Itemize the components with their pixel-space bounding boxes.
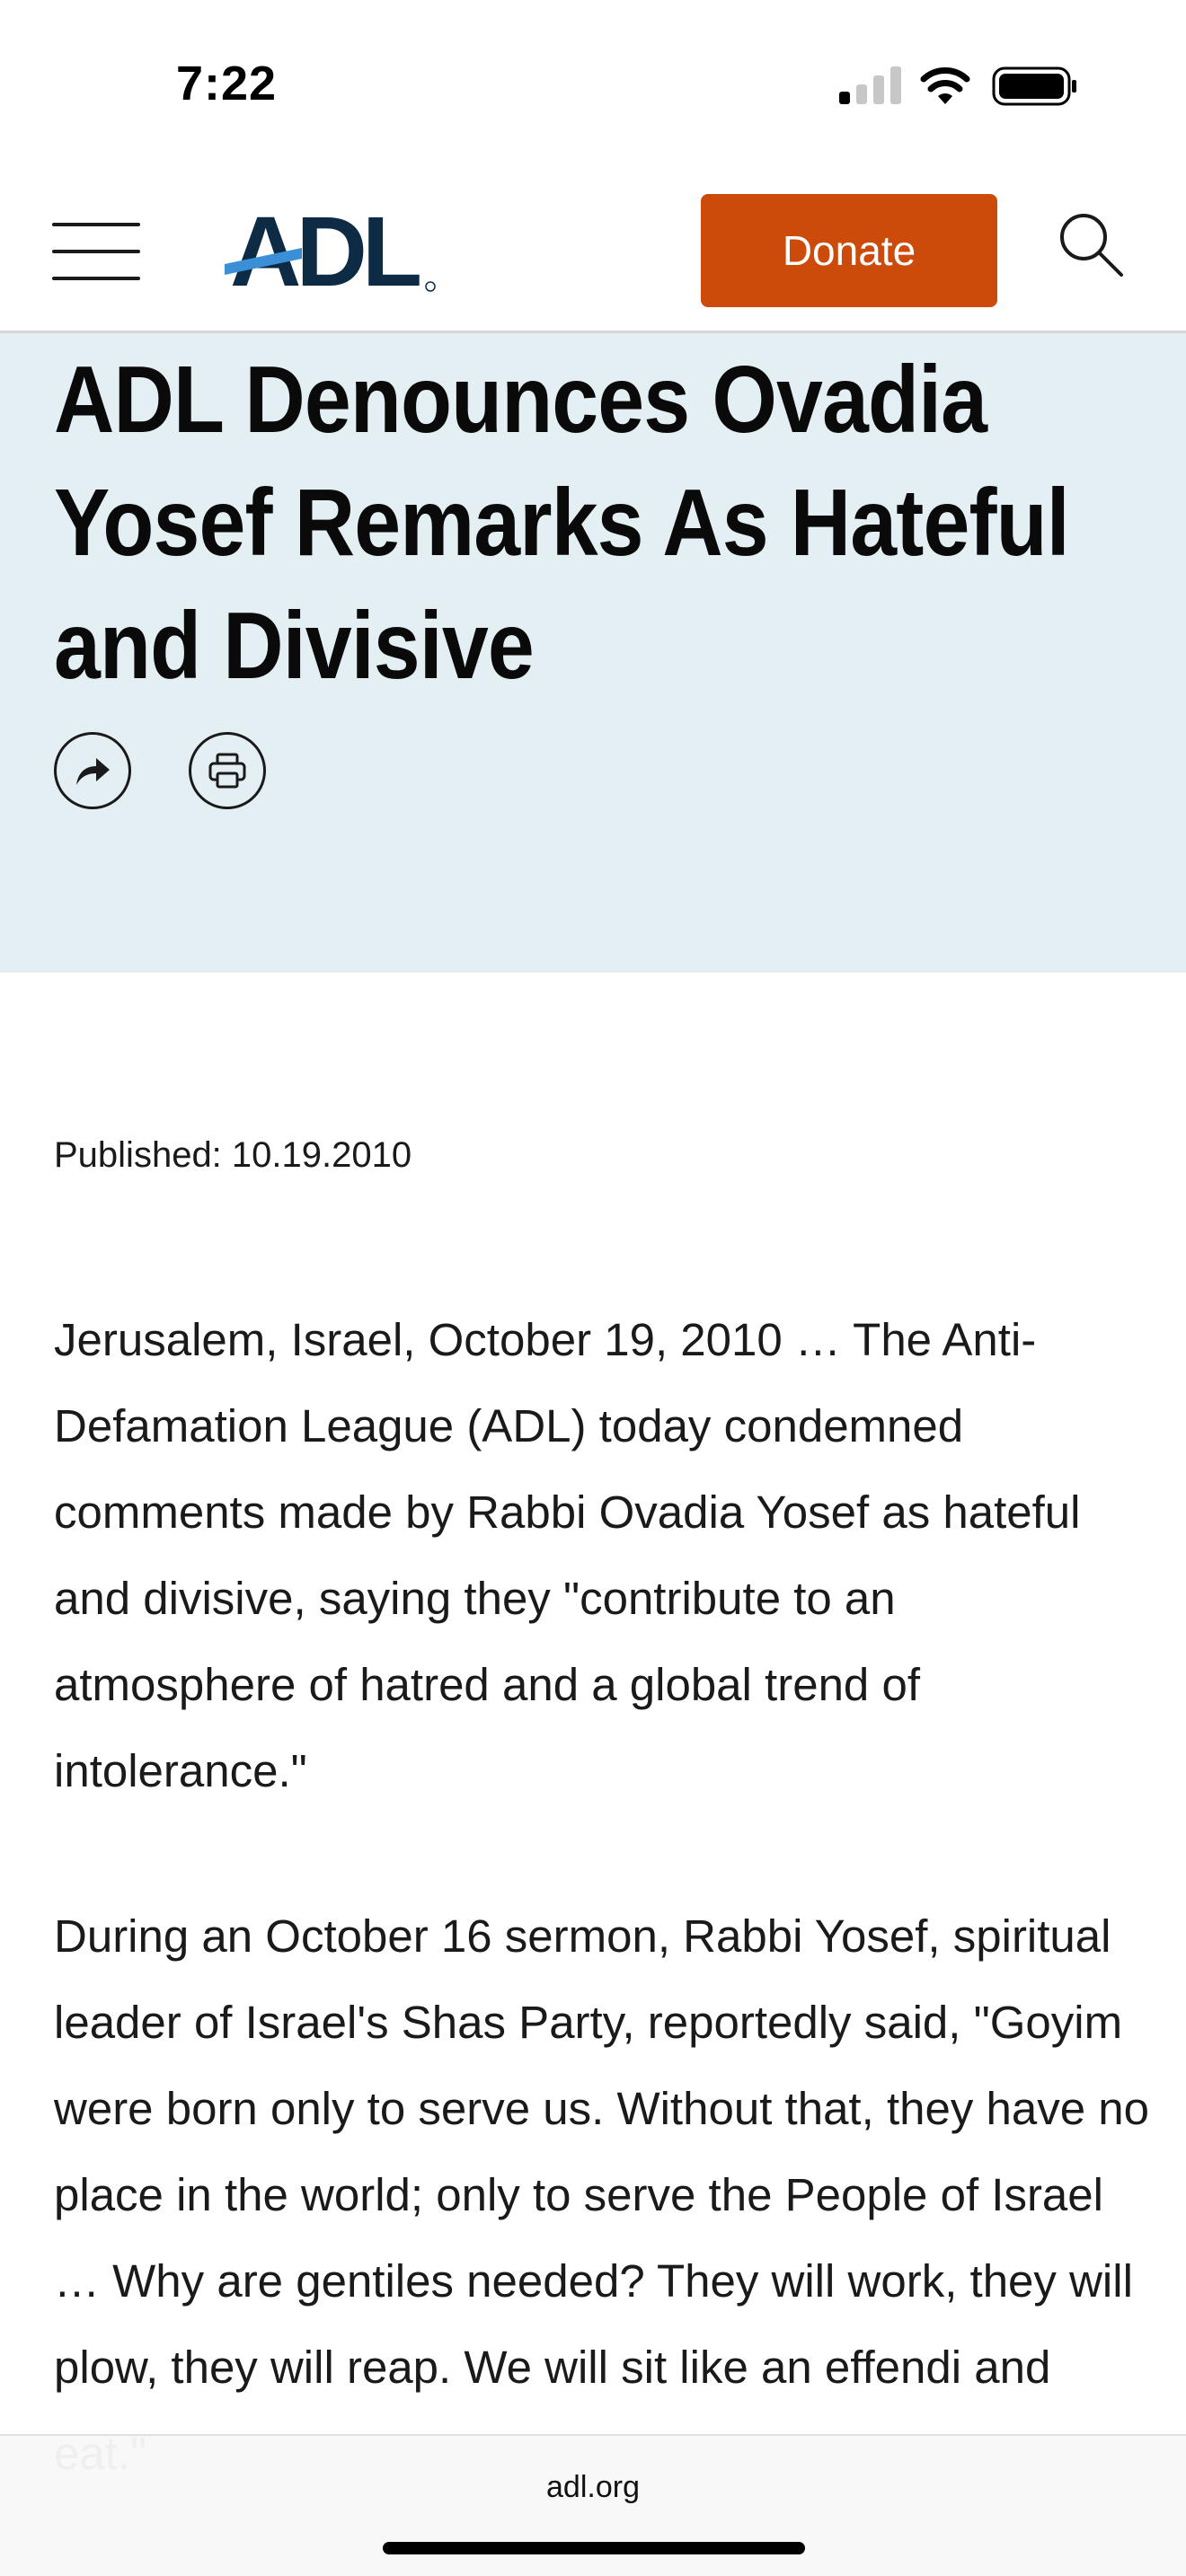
menu-button[interactable] — [52, 221, 142, 282]
menu-icon-line — [52, 250, 140, 253]
share-icon — [76, 758, 110, 785]
search-icon[interactable] — [1057, 210, 1125, 278]
wifi-icon — [920, 67, 970, 104]
article-hero: ADL Denounces Ovadia Yosef Remarks As Ha… — [0, 333, 1186, 973]
site-header: ADL Donate — [0, 171, 1186, 333]
home-indicator[interactable] — [383, 2542, 805, 2554]
menu-icon-line — [52, 223, 140, 226]
adl-logo[interactable]: ADL — [225, 203, 440, 296]
published-date: Published: 10.19.2010 — [54, 1135, 412, 1175]
signal-icon — [839, 66, 901, 104]
url-label[interactable]: adl.org — [0, 2470, 1186, 2505]
share-button[interactable] — [54, 732, 131, 809]
logo-text: ADL — [230, 203, 420, 296]
article-body: Jerusalem, Israel, October 19, 2010 … Th… — [54, 1297, 1150, 2576]
donate-button[interactable]: Donate — [701, 194, 997, 307]
browser-bottom-bar: adl.org — [0, 2434, 1186, 2576]
article-paragraph: During an October 16 sermon, Rabbi Yosef… — [54, 1910, 1149, 2479]
status-bar: 7:22 — [0, 0, 1186, 171]
article-paragraph: Jerusalem, Israel, October 19, 2010 … Th… — [54, 1314, 1081, 1796]
page: 7:22 ADL Donate ADL Denounces Ovadia Yos… — [0, 0, 1186, 2576]
battery-icon — [992, 66, 1076, 106]
print-icon — [208, 753, 246, 789]
print-button[interactable] — [189, 732, 266, 809]
status-time: 7:22 — [176, 57, 278, 110]
menu-icon-line — [52, 277, 140, 280]
article-title: ADL Denounces Ovadia Yosef Remarks As Ha… — [54, 347, 1070, 699]
